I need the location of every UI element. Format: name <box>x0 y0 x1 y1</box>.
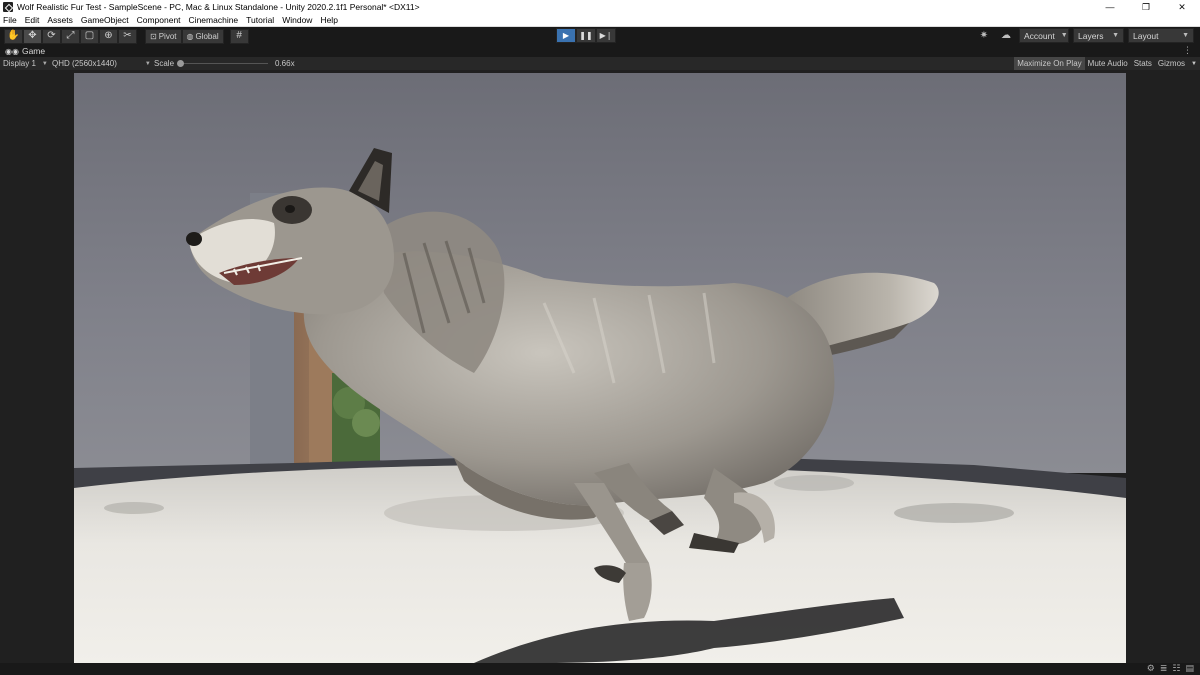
maximize-button[interactable]: ❐ <box>1128 0 1164 14</box>
status-bar: ⚙ ≣ ☷ ▤ <box>0 663 1200 675</box>
collab-icon[interactable]: ☷ <box>1172 663 1180 674</box>
hand-tool-icon[interactable]: ✋ <box>4 28 23 44</box>
menu-tutorial[interactable]: Tutorial <box>246 15 274 25</box>
layout-label: Layout <box>1133 30 1159 41</box>
grid-snap-icon[interactable]: # <box>229 28 249 44</box>
game-viewport[interactable] <box>0 70 1200 663</box>
menu-cinemachine[interactable]: Cinemachine <box>189 15 239 25</box>
cache-icon[interactable]: ▤ <box>1185 663 1194 674</box>
chevron-down-icon: ▼ <box>144 60 151 67</box>
pause-icon: ❚❚ <box>579 31 593 40</box>
scale-value: 0.66x <box>275 59 295 68</box>
globe-icon: ◍ <box>186 31 194 41</box>
stats-toggle[interactable]: Stats <box>1131 57 1155 70</box>
custom-tool-icon[interactable]: ✂ <box>118 28 137 44</box>
pivot-icon: ⊡ <box>150 31 157 41</box>
layout-dropdown[interactable]: Layout ▼ <box>1128 28 1194 43</box>
step-icon: ▶❘ <box>599 31 613 40</box>
cloud-icon[interactable]: ☁ <box>997 28 1015 43</box>
global-label: Global <box>195 31 219 41</box>
resolution-label: QHD (2560x1440) <box>52 59 117 68</box>
scale-slider-handle[interactable] <box>177 60 184 67</box>
tab-menu-icon[interactable]: ⋮ <box>1183 45 1192 56</box>
menu-bar: File Edit Assets GameObject Component Ci… <box>0 14 1200 27</box>
gamepad-icon: ◉◉ <box>5 46 19 56</box>
gizmos-dropdown-icon[interactable]: ▼ <box>1188 57 1200 70</box>
menu-edit[interactable]: Edit <box>25 15 40 25</box>
pivot-tools: ⊡ Pivot ◍ Global <box>145 28 224 44</box>
scale-label: Scale <box>154 59 175 68</box>
rect-tool-icon[interactable]: ▢ <box>80 28 99 44</box>
title-bar: Wolf Realistic Fur Test - SampleScene - … <box>0 0 1200 14</box>
pivot-toggle[interactable]: ⊡ Pivot <box>145 28 182 44</box>
snap-tools: # <box>229 28 249 44</box>
play-button[interactable]: ▶ <box>556 28 576 43</box>
account-dropdown[interactable]: Account ▼ <box>1019 28 1069 43</box>
tab-game-label: Game <box>21 46 46 56</box>
menu-window[interactable]: Window <box>282 15 312 25</box>
chevron-down-icon: ▼ <box>1060 32 1068 39</box>
light-icon[interactable]: ✷ <box>975 28 993 43</box>
resolution-dropdown[interactable]: QHD (2560x1440) ▼ <box>52 59 151 68</box>
display-dropdown[interactable]: Display 1 ▼ <box>3 59 48 68</box>
tab-bar: ◉◉ Game ⋮ <box>0 45 1200 57</box>
pause-button[interactable]: ❚❚ <box>576 28 596 43</box>
account-label: Account <box>1024 30 1055 41</box>
window-title: Wolf Realistic Fur Test - SampleScene - … <box>17 2 420 12</box>
global-toggle[interactable]: ◍ Global <box>181 28 224 44</box>
chevron-down-icon: ▼ <box>41 60 48 67</box>
scale-slider-track[interactable] <box>180 63 268 64</box>
minimize-button[interactable]: — <box>1092 0 1128 14</box>
menu-assets[interactable]: Assets <box>47 15 73 25</box>
main-toolbar: ✋ ✥ ⟳ ⤢ ▢ ⊕ ✂ ⊡ Pivot ◍ Global # ▶ ❚❚ ▶❘… <box>0 27 1200 45</box>
transform-tools: ✋ ✥ ⟳ ⤢ ▢ ⊕ ✂ <box>4 28 137 44</box>
game-view-options: Maximize On Play Mute Audio Stats Gizmos… <box>1014 57 1200 70</box>
maximize-on-play-toggle[interactable]: Maximize On Play <box>1014 57 1085 70</box>
chevron-down-icon: ▼ <box>1182 32 1189 39</box>
menu-file[interactable]: File <box>3 15 17 25</box>
debug-icon[interactable]: ⚙ <box>1147 663 1155 674</box>
mute-audio-toggle[interactable]: Mute Audio <box>1085 57 1131 70</box>
wolf-scene-image <box>74 73 1126 663</box>
database-icon[interactable]: ≣ <box>1160 663 1168 674</box>
playmode-controls: ▶ ❚❚ ▶❘ <box>556 28 616 43</box>
tab-game[interactable]: ◉◉ Game <box>0 46 45 56</box>
unity-logo-icon <box>3 2 13 12</box>
game-render <box>74 73 1126 663</box>
transform-tool-icon[interactable]: ⊕ <box>99 28 118 44</box>
scale-tool-icon[interactable]: ⤢ <box>61 28 80 44</box>
pivot-label: Pivot <box>158 31 177 41</box>
layers-label: Layers <box>1078 30 1104 41</box>
status-icons: ⚙ ≣ ☷ ▤ <box>1147 663 1194 674</box>
rotate-tool-icon[interactable]: ⟳ <box>42 28 61 44</box>
play-icon: ▶ <box>562 31 570 40</box>
toolbar-right: ✷ ☁ Account ▼ Layers ▼ Layout ▼ <box>975 28 1194 43</box>
menu-help[interactable]: Help <box>320 15 337 25</box>
menu-component[interactable]: Component <box>137 15 181 25</box>
move-tool-icon[interactable]: ✥ <box>23 28 42 44</box>
step-button[interactable]: ▶❘ <box>596 28 616 43</box>
menu-gameobject[interactable]: GameObject <box>81 15 129 25</box>
display-label: Display 1 <box>3 59 36 68</box>
chevron-down-icon: ▼ <box>1112 32 1119 39</box>
game-view-toolbar: Display 1 ▼ QHD (2560x1440) ▼ Scale 0.66… <box>0 57 1200 70</box>
gizmos-toggle[interactable]: Gizmos <box>1155 57 1188 70</box>
layers-dropdown[interactable]: Layers ▼ <box>1073 28 1124 43</box>
close-button[interactable]: ✕ <box>1164 0 1200 14</box>
